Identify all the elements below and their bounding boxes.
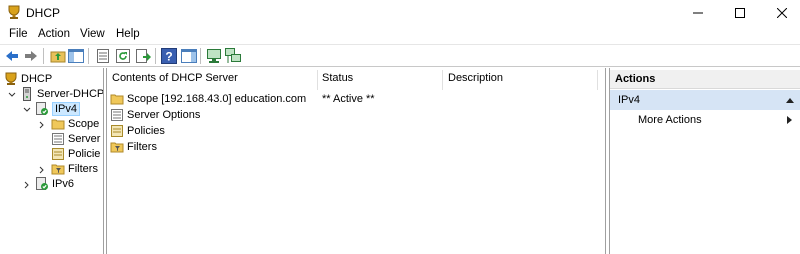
- svg-text:?: ?: [165, 50, 172, 64]
- server-status-icon[interactable]: [206, 48, 222, 64]
- actions-pane: Actions IPv4 More Actions: [609, 68, 800, 254]
- tree-item-filters[interactable]: Filters: [51, 161, 98, 176]
- window-title: DHCP: [26, 6, 61, 20]
- list-item-name: Server Options: [127, 109, 201, 121]
- results-list: Contents of DHCP Server Status Descripti…: [106, 68, 606, 254]
- toolbar-separator: [88, 48, 89, 64]
- toolbar-separator: [200, 48, 201, 64]
- menu-file[interactable]: File: [9, 28, 28, 40]
- tree-item-server-options[interactable]: Server: [51, 131, 100, 146]
- tree-item-ipv6[interactable]: IPv6: [35, 176, 74, 191]
- show-hide-tree-icon[interactable]: [68, 48, 84, 64]
- up-folder-icon[interactable]: [50, 48, 66, 64]
- policies-icon: [52, 147, 64, 160]
- list-item-policies[interactable]: Policies: [110, 123, 165, 139]
- tree-label-filters: Filters: [68, 162, 98, 175]
- chevron-right-icon[interactable]: [23, 181, 31, 189]
- forward-icon[interactable]: [23, 48, 39, 64]
- tree-label-dhcp: DHCP: [21, 72, 53, 85]
- network-icon[interactable]: [225, 48, 241, 64]
- dhcp-icon: [5, 72, 17, 85]
- tree-label-ipv4: IPv4: [52, 101, 81, 116]
- close-button[interactable]: [764, 0, 800, 25]
- actions-header: Actions: [610, 70, 800, 89]
- tree-item-scope[interactable]: Scope: [51, 116, 99, 131]
- ipv6-icon: [36, 176, 48, 190]
- back-icon[interactable]: [4, 48, 20, 64]
- server-options-icon: [111, 109, 123, 121]
- tree-item-policies[interactable]: Policie: [51, 146, 100, 161]
- menu-action[interactable]: Action: [38, 28, 70, 40]
- ipv4-icon: [36, 101, 48, 115]
- column-header-contents[interactable]: Contents of DHCP Server: [112, 72, 238, 90]
- server-icon: [23, 86, 31, 101]
- chevron-down-icon[interactable]: [8, 91, 16, 99]
- maximize-icon: [735, 7, 745, 18]
- list-item-filters[interactable]: Filters: [110, 139, 157, 155]
- chevron-right-icon[interactable]: [38, 121, 46, 129]
- list-item-scope[interactable]: Scope [192.168.43.0] education.com: [110, 91, 306, 107]
- list-item-name: Scope [192.168.43.0] education.com: [127, 93, 307, 105]
- folder-icon: [110, 94, 124, 105]
- chevron-down-icon[interactable]: [23, 106, 31, 114]
- close-icon: [777, 7, 787, 18]
- tree-label-ipv6: IPv6: [52, 177, 75, 190]
- tree-label-server-options: Server: [68, 132, 101, 145]
- help-icon[interactable]: ?: [161, 48, 177, 64]
- refresh-icon[interactable]: [115, 48, 131, 64]
- tree-label-policies: Policie: [68, 147, 101, 160]
- submenu-arrow-icon[interactable]: [787, 116, 792, 124]
- column-header-description[interactable]: Description: [448, 72, 503, 90]
- title-bar: DHCP: [0, 0, 800, 25]
- filter-icon: [51, 164, 65, 174]
- toolbar-separator: [43, 48, 44, 64]
- maximize-button[interactable]: [722, 0, 758, 25]
- list-item-name: Filters: [127, 141, 157, 153]
- actions-section-label: IPv4: [618, 94, 641, 106]
- minimize-icon: [693, 12, 703, 13]
- column-divider[interactable]: [597, 70, 598, 90]
- toolbar: ?: [0, 44, 800, 67]
- policies-icon: [111, 125, 123, 137]
- menu-view[interactable]: View: [80, 28, 105, 40]
- column-divider[interactable]: [442, 70, 443, 90]
- show-hide-action-pane-icon[interactable]: [181, 48, 197, 64]
- tree-label-scope: Scope: [68, 117, 100, 130]
- filter-icon: [110, 142, 124, 153]
- list-item-server-options[interactable]: Server Options: [110, 107, 200, 123]
- tree-item-dhcp[interactable]: DHCP: [4, 71, 52, 86]
- console-tree: DHCP Server-DHCP.e IPv4 Scope: [0, 68, 104, 254]
- folder-icon: [51, 119, 65, 129]
- menu-help[interactable]: Help: [116, 28, 140, 40]
- list-item-status: ** Active **: [322, 93, 375, 105]
- tree-item-server[interactable]: Server-DHCP.e: [20, 86, 103, 101]
- more-actions-link[interactable]: More Actions: [638, 114, 702, 126]
- list-item-name: Policies: [127, 125, 165, 137]
- column-header-status[interactable]: Status: [322, 72, 353, 90]
- dhcp-app-icon: [8, 5, 20, 19]
- server-options-icon: [52, 132, 64, 145]
- column-divider[interactable]: [317, 70, 318, 90]
- actions-section-ipv4[interactable]: IPv4: [610, 90, 800, 110]
- minimize-button[interactable]: [680, 0, 716, 25]
- tree-item-ipv4[interactable]: IPv4: [35, 101, 81, 116]
- chevron-right-icon[interactable]: [38, 166, 46, 174]
- export-list-icon[interactable]: [135, 48, 151, 64]
- menu-bar: File Action View Help: [0, 25, 800, 44]
- toolbar-separator: [155, 48, 156, 64]
- collapse-up-icon[interactable]: [786, 97, 794, 103]
- properties-icon[interactable]: [95, 48, 111, 64]
- tree-label-server: Server-DHCP.e: [37, 87, 103, 100]
